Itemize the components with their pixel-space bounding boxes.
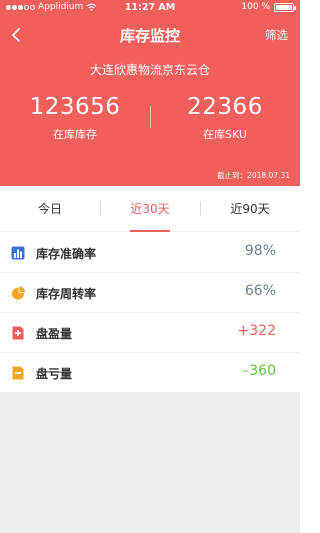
status-bar: Applidium 11:27 AM 100 % [0,0,300,16]
stock-label: 在库库存 [53,128,97,141]
metric-row-accuracy[interactable]: 库存准确率 98% [0,233,300,273]
filter-button[interactable]: 筛选 [265,27,288,43]
tab-today[interactable]: 今日 [0,186,100,232]
as-of-date: 截止到：2018.07.31 [217,171,290,180]
document-plus-icon [12,326,24,340]
metric-row-turnover[interactable]: 库存周转率 66% [0,273,300,313]
sku-stat: 22366 在库SKU [150,94,300,142]
metric-value: 66% [244,283,276,299]
active-tab-indicator [130,230,170,232]
metric-row-inventory-surplus[interactable]: 盘盈量 +322 [0,313,300,353]
metric-label: 盘亏量 [36,367,73,381]
metric-value: 98% [244,243,276,259]
metric-label: 库存准确率 [36,247,97,261]
empty-area [0,392,300,533]
metric-label: 盘盈量 [36,327,73,341]
tab-last-30-days[interactable]: 近30天 [100,186,200,232]
nav-bar: 库存监控 筛选 [0,20,300,50]
stock-stat: 123656 在库库存 [0,94,150,142]
metrics-list: 库存准确率 98% 库存周转率 66% 盘盈量 +322 盘亏量 –360 [0,233,300,393]
document-minus-icon [12,366,24,380]
bar-chart-icon [11,246,25,260]
page-title: 库存监控 [119,27,180,45]
warehouse-name: 大连欣惠物流京东云仓 [89,63,210,77]
status-right: 100 % [241,2,296,12]
period-tabs: 今日 近30天 近90天 [0,186,300,232]
sku-value: 22366 [187,94,263,120]
battery-percent: 100 % [241,2,270,12]
sku-label: 在库SKU [203,128,247,141]
metric-value: –360 [242,363,276,379]
tab-label: 近30天 [130,202,170,216]
pie-chart-icon [12,286,25,300]
battery-icon [274,2,296,12]
summary-header: Applidium 11:27 AM 100 % 库存监控 筛选 大连欣惠物流京… [0,0,300,186]
metric-value: +322 [237,323,276,339]
metric-row-inventory-shortage[interactable]: 盘亏量 –360 [0,353,300,393]
metric-label: 库存周转率 [36,287,97,301]
stock-value: 123656 [29,94,121,120]
tab-last-90-days[interactable]: 近90天 [200,186,300,232]
